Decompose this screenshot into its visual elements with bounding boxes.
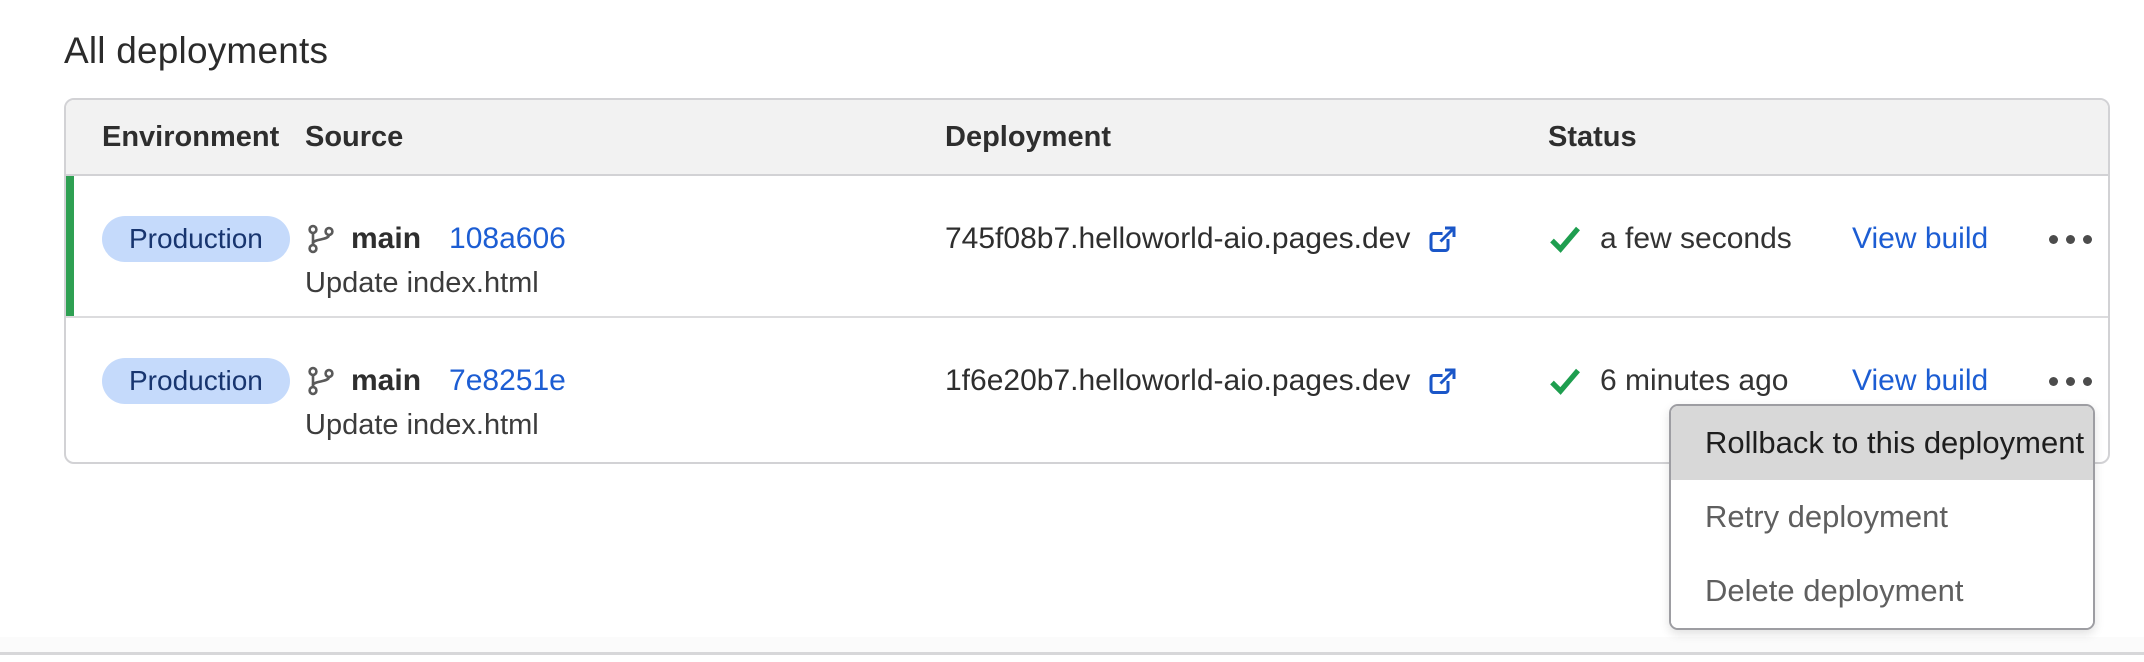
column-header-source: Source [305,121,945,154]
check-icon [1548,224,1582,254]
table-row: Production main 108a606 Update index.htm… [66,176,2108,318]
menu-item-delete[interactable]: Delete deployment [1671,554,2093,628]
view-build-link[interactable]: View build [1852,364,1988,398]
external-link-icon[interactable] [1427,366,1458,397]
git-branch-icon [305,365,337,397]
status-time: 6 minutes ago [1600,364,1788,398]
ellipsis-menu-button[interactable] [2047,371,2094,392]
menu-item-rollback[interactable]: Rollback to this deployment [1671,406,2093,480]
environment-badge: Production [102,358,290,404]
commit-message: Update index.html [305,409,945,442]
deployment-url: 745f08b7.helloworld-aio.pages.dev [945,222,1410,256]
commit-link[interactable]: 7e8251e [449,364,566,398]
ellipsis-menu-button[interactable] [2047,229,2094,250]
branch-name: main [351,222,421,256]
check-icon [1548,366,1582,396]
external-link-icon[interactable] [1427,224,1458,255]
view-build-link[interactable]: View build [1852,222,1988,256]
branch-name: main [351,364,421,398]
column-header-environment: Environment [66,121,305,154]
deployment-context-menu: Rollback to this deployment Retry deploy… [1669,404,2095,630]
menu-item-retry[interactable]: Retry deployment [1671,480,2093,554]
deployment-url: 1f6e20b7.helloworld-aio.pages.dev [945,364,1410,398]
bottom-band [0,637,2144,652]
page-title: All deployments [64,30,328,72]
git-branch-icon [305,223,337,255]
column-header-deployment: Deployment [945,121,1548,154]
bottom-divider [0,652,2144,655]
commit-message: Update index.html [305,267,945,300]
table-header: Environment Source Deployment Status [66,100,2108,176]
commit-link[interactable]: 108a606 [449,222,566,256]
environment-badge: Production [102,216,290,262]
column-header-status: Status [1548,121,1852,154]
status-time: a few seconds [1600,222,1792,256]
